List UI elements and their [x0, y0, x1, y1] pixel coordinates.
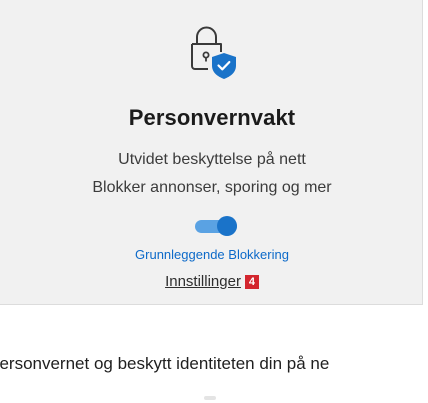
settings-row: Innstillinger 4 [0, 272, 424, 292]
protection-level-label: Grunnleggende Blokkering [135, 247, 289, 262]
settings-link[interactable]: Innstillinger [165, 273, 241, 290]
page-title: Personvernvakt [128, 105, 296, 130]
lock-with-shield-icon [191, 26, 236, 79]
privacy-guard-panel: Personvernvakt Utvidet beskyttelse på ne… [0, 0, 428, 403]
footer-text: personvernet og beskytt identiteten din … [0, 353, 428, 375]
privacy-guard-toggle[interactable] [195, 216, 237, 236]
footer-text-content: personvernet og beskytt identiteten din … [0, 354, 330, 373]
description-line-1: Utvidet beskyttelse på nett [118, 151, 306, 168]
toggle-knob [217, 216, 237, 236]
panel-edge [423, 0, 428, 305]
privacy-guard-card: Personvernvakt Utvidet beskyttelse på ne… [0, 0, 423, 305]
scroll-indicator [204, 396, 216, 400]
step-badge: 4 [244, 275, 259, 289]
description-line-2: Blokker annonser, sporing og mer [92, 179, 332, 196]
